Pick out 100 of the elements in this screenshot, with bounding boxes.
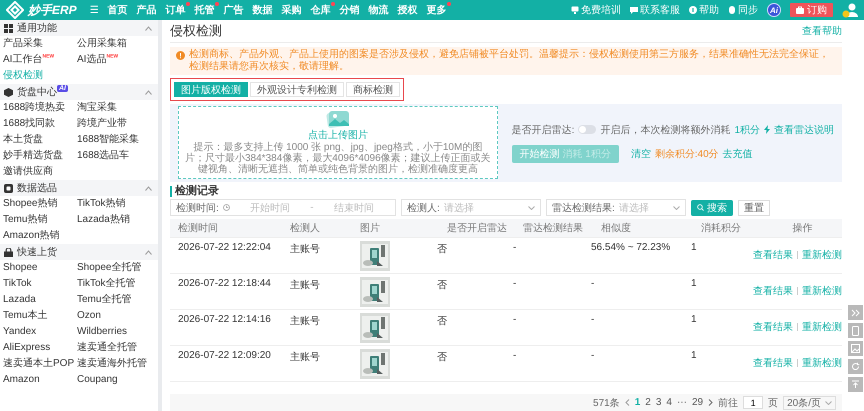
points-balance: 剩余积分:40分 (654, 148, 719, 160)
sidebar-item[interactable]: Wildberries (77, 324, 155, 340)
lock-icon (4, 248, 13, 256)
bag-icon (796, 6, 804, 14)
table-cell-text: - (590, 313, 596, 325)
sidebar-item[interactable]: Shopee热销 (3, 196, 77, 212)
sidebar-item[interactable]: 邀请供应商 (3, 164, 77, 180)
sidebar-item[interactable]: 产品采集 (3, 36, 77, 52)
back-to-top-button[interactable] (848, 377, 863, 392)
double-chevron-icon (851, 308, 860, 316)
column-header: 检测人 (289, 222, 321, 235)
upload-label: 点击上传图片 (308, 128, 368, 142)
table-cell-text: 主账号 (289, 314, 321, 328)
page-link[interactable]: ··· (676, 397, 687, 408)
section-header[interactable]: 快速上货 (0, 244, 158, 260)
sidebar-item[interactable]: Amazon热销 (3, 228, 77, 244)
table-cell-text: 否 (436, 243, 448, 256)
chevron-left-icon[interactable] (624, 399, 630, 406)
radar-label: 是否开启雷达: (512, 124, 574, 136)
sidebar-item[interactable]: 淘宝采集 (77, 100, 155, 116)
column-header: 检测时间 (177, 222, 219, 235)
table-cell-text: - (512, 277, 518, 289)
table-cell-text: 2026-07-22 12:22:04 (177, 241, 272, 253)
table-cell-text: 1 (690, 277, 698, 289)
lightning-icon (764, 125, 770, 134)
sidebar-item[interactable]: TikTok全托管 (77, 276, 155, 292)
person-select[interactable]: 检测人: 请选择 (401, 199, 541, 216)
sidebar-item[interactable]: 公用采集箱 (77, 36, 155, 52)
column-header: 图片 (359, 222, 381, 235)
section-title: 快速上货 (17, 246, 57, 259)
section-header[interactable]: 数据选品 (0, 180, 158, 196)
logo-text: 妙手ERP (28, 2, 77, 18)
page-link[interactable]: 3 (656, 397, 662, 408)
help-icon (689, 6, 697, 14)
sidebar-item[interactable]: 速卖通海外托管 (77, 356, 155, 372)
page-unit: 页 (768, 396, 778, 410)
double-chevron-button[interactable] (848, 305, 863, 320)
column-header: 是否开启雷达 (446, 222, 508, 235)
date-range-field[interactable]: 检测时间: 开始时间 - 结束时间 (170, 199, 396, 216)
new-label: NEW (106, 54, 118, 60)
sidebar-item[interactable]: TikTok (3, 276, 77, 292)
ai-button[interactable]: Ai (767, 3, 781, 17)
sidebar-item[interactable]: Coupang (77, 372, 155, 388)
table-cell-text: - (590, 277, 596, 289)
sidebar-item[interactable]: Amazon (3, 372, 77, 388)
table-cell-text: - (512, 313, 518, 325)
sidebar-item[interactable]: AliExpress (3, 340, 77, 356)
section-header[interactable]: 通用功能 (0, 20, 158, 36)
table-cell-text: 1 (690, 313, 698, 325)
image-button[interactable] (848, 341, 863, 356)
result-select[interactable]: 雷达检测结果: 请选择 (546, 199, 686, 216)
chevron-down-icon (528, 206, 535, 210)
chevron-right-icon[interactable] (708, 399, 714, 406)
sidebar-item[interactable]: Temu热销 (3, 212, 77, 228)
page-link[interactable]: 2 (645, 397, 651, 408)
sidebar-item[interactable]: TikTok热销 (77, 196, 155, 212)
chat-icon (630, 6, 638, 14)
sidebar-item[interactable]: Shopee (3, 260, 77, 276)
radar-toggle[interactable] (578, 125, 596, 134)
sidebar-item[interactable]: Shopee全托管 (77, 260, 155, 276)
page-link[interactable]: 4 (666, 397, 672, 408)
user-icon[interactable] (842, 2, 858, 18)
tab[interactable]: 外观设计专利检测 (250, 82, 344, 97)
sidebar-item[interactable]: 跨境产业带 (77, 116, 155, 132)
chevron-down-icon (825, 400, 832, 404)
sidebar-item[interactable]: Lazada (3, 292, 77, 308)
sidebar-item[interactable]: 本土货盘 (3, 132, 77, 148)
table-cell-text: 否 (436, 279, 448, 292)
upload-hint: 提示：最多支持上传 1000 张 png、jpg、jpeg格式，小于10M的图片；尺寸最小384*384像素，最大4096*4096像素；建议上传正面或关键视角、清晰无遮挡、简单或纯色背景的图片，检测准确度更高 (185, 142, 491, 175)
sidebar-item[interactable]: AI工作台$^{NEW}$ (3, 52, 77, 68)
points-cost: 1积分 (734, 124, 760, 136)
sidebar-item[interactable]: Yandex (3, 324, 77, 340)
sidebar-item[interactable]: 速卖通本土POP (3, 356, 77, 372)
logo-icon (6, 1, 24, 19)
sidebar-item[interactable]: 妙手精选货盘 (3, 148, 77, 164)
sidebar-item[interactable]: 1688智能采集 (77, 132, 155, 148)
sidebar-item[interactable]: 1688跨境热卖 (3, 100, 77, 116)
sidebar-item[interactable]: Temu全托管 (77, 292, 155, 308)
page-link[interactable]: 29 (692, 397, 704, 408)
sidebar-item[interactable]: Lazada热销 (77, 212, 155, 228)
sidebar-item[interactable]: 速卖通全托管 (77, 340, 155, 356)
table-cell-text: 1 (690, 241, 698, 253)
reset-button[interactable]: 重置 (738, 200, 770, 216)
tab[interactable]: 商标检测 (346, 82, 400, 97)
table-cell-text: - (512, 241, 518, 253)
sidebar-item[interactable]: Temu本土 (3, 308, 77, 324)
refresh-button[interactable] (848, 359, 863, 374)
sidebar-item[interactable]: 1688找同款 (3, 116, 77, 132)
column-header: 相似度 (600, 222, 632, 235)
radar-note: 开启后，本次检测将额外消耗 (600, 124, 730, 136)
page-title: 侵权检测 (170, 22, 222, 40)
section-title: 通用功能 (17, 22, 57, 35)
sidebar-item[interactable]: AI选品$^{NEW}$ (77, 52, 155, 68)
upload-area[interactable]: 点击上传图片 提示：最多支持上传 1000 张 png、jpg、jpeg格式，小于10M的图片；尺寸最小384*384像素，最大4096*4096像素；建议上传正面或关键视角、清晰无遮挡、简单或纯色背景的图片，检测准确度更高 (178, 106, 498, 179)
page-size-select[interactable]: 20条/页 (783, 396, 836, 410)
sidebar-item[interactable]: 1688选品车 (77, 148, 155, 164)
page-input[interactable]: 1 (743, 396, 764, 409)
phone-button[interactable] (848, 323, 863, 338)
sidebar-item[interactable]: Ozon (77, 308, 155, 324)
table-cell-text: 否 (436, 315, 448, 328)
